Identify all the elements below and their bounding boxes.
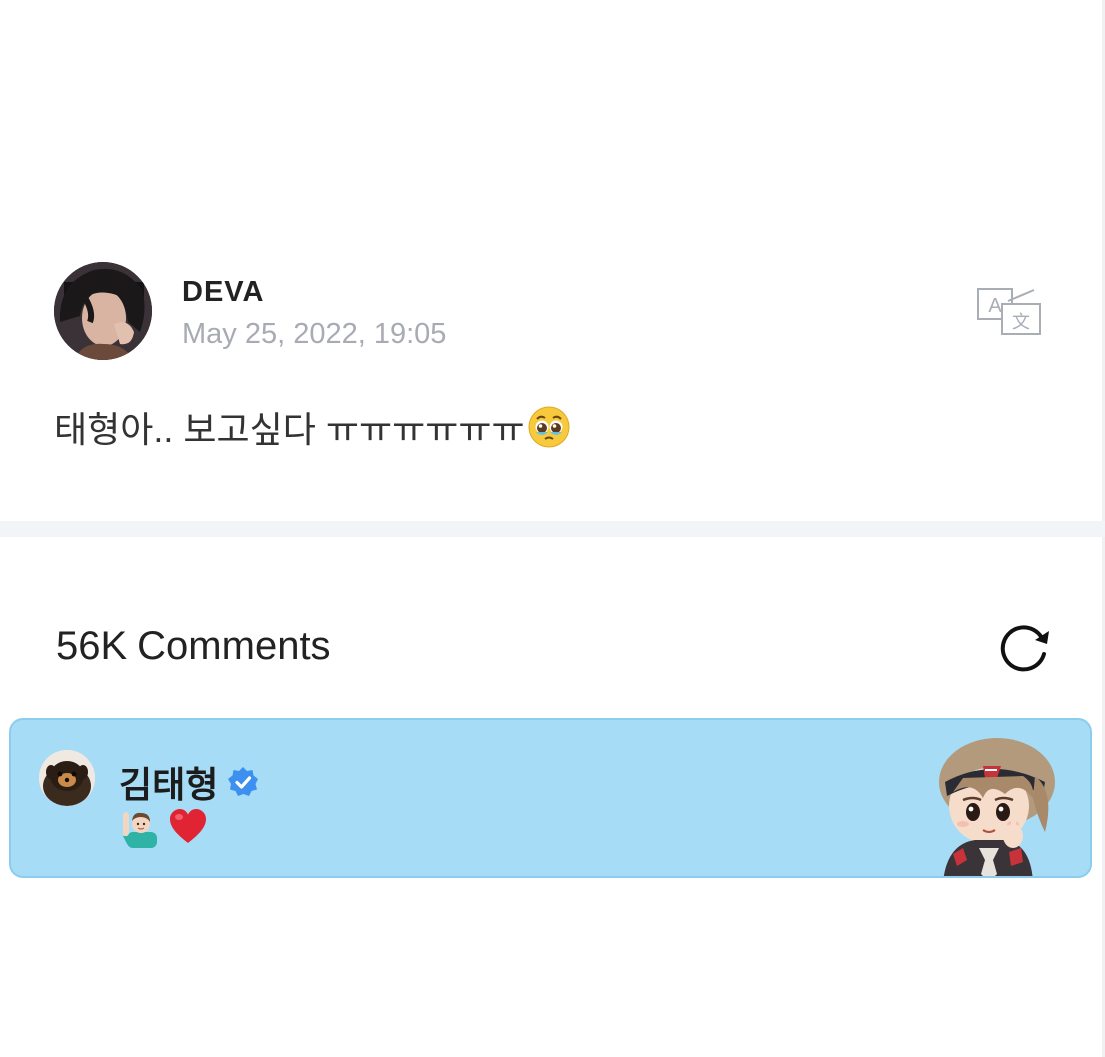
comments-title: 56K Comments [56, 624, 331, 669]
commenter-avatar[interactable] [39, 750, 95, 806]
section-divider [0, 521, 1105, 537]
post-text-content: 태형아.. 보고싶다 ㅠㅠㅠㅠㅠㅠ [54, 409, 525, 450]
translate-icon[interactable]: A 文 [974, 286, 1046, 338]
comments-count: 56K [56, 624, 128, 668]
pleading-face-icon [527, 405, 571, 449]
verified-badge-icon [226, 765, 260, 799]
character-sticker [923, 736, 1063, 876]
post-text: 태형아.. 보고싶다 ㅠㅠㅠㅠㅠㅠ [54, 401, 571, 453]
svg-text:文: 文 [1012, 312, 1030, 333]
page: DEVA May 25, 2022, 19:05 A 文 태형아.. 보고싶다 … [0, 0, 1105, 1057]
comment-body [119, 806, 209, 848]
author-name[interactable]: DEVA [182, 276, 264, 309]
post-header: DEVA May 25, 2022, 19:05 A 文 [54, 262, 1054, 362]
comments-label: Comments [137, 624, 331, 668]
comment-author-name[interactable]: 김태형 [119, 756, 218, 808]
red-heart-icon [167, 806, 209, 848]
svg-text:A: A [988, 295, 1002, 317]
comment-author: 김태형 [119, 756, 260, 808]
highlighted-comment[interactable]: 김태형 [9, 718, 1092, 878]
post-date: May 25, 2022, 19:05 [182, 318, 447, 350]
refresh-icon[interactable] [994, 620, 1054, 676]
person-raising-hand-icon [119, 806, 161, 848]
author-avatar[interactable] [54, 262, 152, 360]
